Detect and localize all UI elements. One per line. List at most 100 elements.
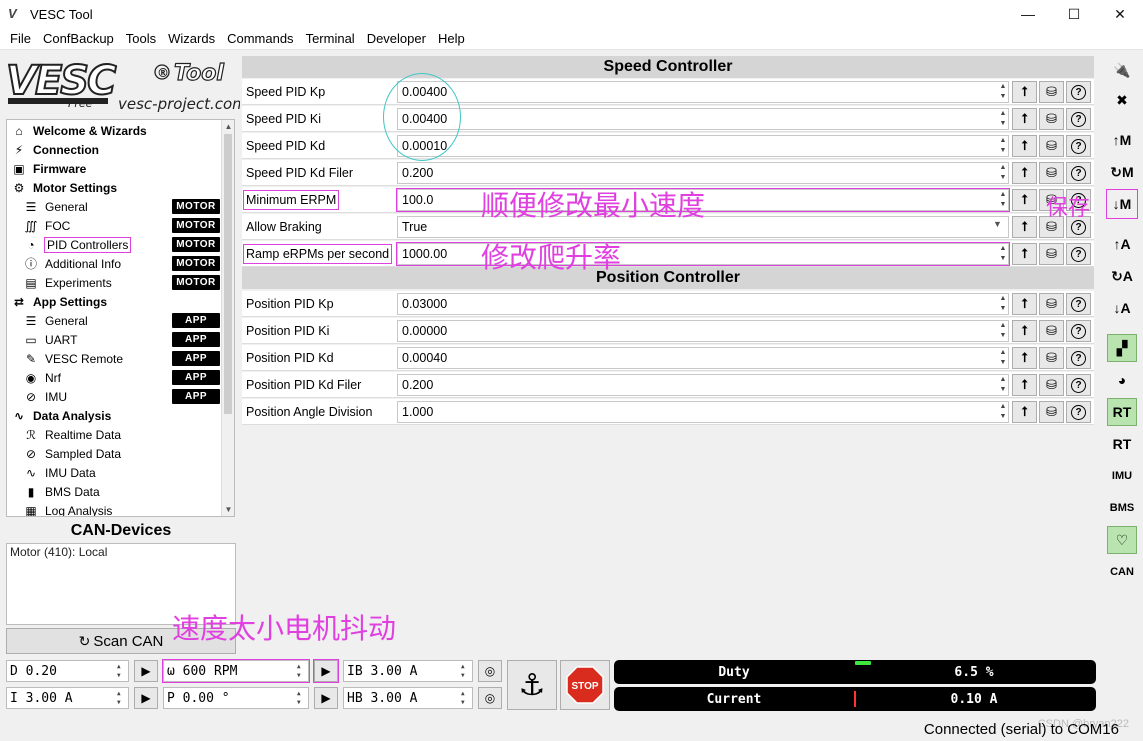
upload-param-button[interactable]: ⭡ <box>1012 320 1037 342</box>
scrollbar-thumb[interactable] <box>224 134 232 414</box>
tree-item-firmware[interactable]: ▣ Firmware <box>7 159 222 178</box>
help-param-button[interactable]: ? <box>1066 320 1091 342</box>
tree-item-sampled-data[interactable]: ⊘ Sampled Data <box>7 444 222 463</box>
tree-item-foc[interactable]: ∭ FOC MOTOR <box>7 216 222 235</box>
can-toolbar-button[interactable]: CAN <box>1107 558 1137 586</box>
spinbox-arrows-icon[interactable]: ▲ ▼ <box>997 244 1009 264</box>
gamepad-button[interactable]: ◕ <box>1107 366 1137 394</box>
minimize-button[interactable]: — <box>1005 0 1051 28</box>
tree-item-pid-controllers[interactable]: ◔ PID Controllers MOTOR <box>7 235 222 254</box>
rpm-input[interactable]: ω 600 RPM ▲ ▼ <box>162 659 310 683</box>
scroll-down-icon[interactable]: ▼ <box>222 503 234 516</box>
reset-param-button[interactable]: ⛁ <box>1039 320 1064 342</box>
upload-param-button[interactable]: ⭡ <box>1012 81 1037 103</box>
param-value-field[interactable]: 1.000 <box>397 401 1009 423</box>
read-default-motor-config-button[interactable]: ↻M <box>1107 158 1137 186</box>
reset-param-button[interactable]: ⛁ <box>1039 162 1064 184</box>
read-motor-config-button[interactable]: ↑M <box>1107 126 1137 154</box>
param-value-field[interactable]: 0.03000 <box>397 293 1009 315</box>
help-param-button[interactable]: ? <box>1066 293 1091 315</box>
tree-item-uart[interactable]: ▭ UART APP <box>7 330 222 349</box>
tree-item-bms-data[interactable]: ▮ BMS Data <box>7 482 222 501</box>
tree-item-nrf[interactable]: ◉ Nrf APP <box>7 368 222 387</box>
reset-param-button[interactable]: ⛁ <box>1039 374 1064 396</box>
close-button[interactable]: ✕ <box>1097 0 1143 28</box>
spinbox-arrows-icon[interactable]: ▲ ▼ <box>997 321 1009 341</box>
set-rpm-button[interactable]: ▶ <box>313 659 339 683</box>
upload-param-button[interactable]: ⭡ <box>1012 216 1037 238</box>
write-motor-config-button[interactable]: ↓M <box>1106 189 1138 219</box>
param-value-field[interactable]: 0.200 <box>397 374 1009 396</box>
can-device-item[interactable]: Motor (410): Local <box>10 545 232 559</box>
param-value-field[interactable]: 0.00010 <box>397 135 1009 157</box>
help-param-button[interactable]: ? <box>1066 401 1091 423</box>
menu-commands[interactable]: Commands <box>221 31 299 46</box>
tree-item-experiments[interactable]: ▤ Experiments MOTOR <box>7 273 222 292</box>
read-default-app-config-button[interactable]: ↻A <box>1107 262 1137 290</box>
menu-terminal[interactable]: Terminal <box>300 31 361 46</box>
write-app-config-button[interactable]: ↓A <box>1107 294 1137 322</box>
reset-param-button[interactable]: ⛁ <box>1039 81 1064 103</box>
help-param-button[interactable]: ? <box>1066 135 1091 157</box>
maximize-button[interactable]: ☐ <box>1051 0 1097 28</box>
position-input[interactable]: P 0.00 ° ▲ ▼ <box>163 687 309 709</box>
help-param-button[interactable]: ? <box>1066 243 1091 265</box>
spinbox-arrows-icon[interactable]: ▲ ▼ <box>997 109 1009 129</box>
help-param-button[interactable]: ? <box>1066 374 1091 396</box>
tree-item-additional-info[interactable]: ⓘ Additional Info MOTOR <box>7 254 222 273</box>
heart-button[interactable]: ♡ <box>1107 526 1137 554</box>
reset-param-button[interactable]: ⛁ <box>1039 347 1064 369</box>
tree-item-general[interactable]: ☰ General MOTOR <box>7 197 222 216</box>
set-current-button[interactable]: ▶ <box>134 687 158 709</box>
help-param-button[interactable]: ? <box>1066 162 1091 184</box>
param-value-field[interactable]: 0.00400 <box>397 108 1009 130</box>
upload-param-button[interactable]: ⭡ <box>1012 374 1037 396</box>
can-fwd-button[interactable]: ▞ <box>1107 334 1137 362</box>
menu-file[interactable]: File <box>4 31 37 46</box>
help-param-button[interactable]: ? <box>1066 347 1091 369</box>
menu-tools[interactable]: Tools <box>120 31 162 46</box>
disconnect-button[interactable]: ✖ <box>1107 86 1137 114</box>
current-input[interactable]: I 3.00 A ▲ ▼ <box>6 687 129 709</box>
help-param-button[interactable]: ? <box>1066 81 1091 103</box>
tree-item-imu-data[interactable]: ∿ IMU Data <box>7 463 222 482</box>
stop-button[interactable]: STOP <box>560 660 610 710</box>
spinbox-arrows-icon[interactable]: ▲ ▼ <box>997 190 1009 210</box>
tree-item-app-settings[interactable]: ⇄ App Settings <box>7 292 222 311</box>
rt-data-button[interactable]: RT <box>1107 398 1137 426</box>
param-value-field[interactable]: 0.200 <box>397 162 1009 184</box>
reset-param-button[interactable]: ⛁ <box>1039 243 1064 265</box>
set-duty-button[interactable]: ▶ <box>134 660 158 682</box>
spinbox-arrows-icon[interactable]: ▲ ▼ <box>997 375 1009 395</box>
brake-current-input[interactable]: IB 3.00 A ▲ ▼ <box>343 660 473 682</box>
tree-item-imu[interactable]: ⊘ IMU APP <box>7 387 222 406</box>
rt-app-button[interactable]: RT <box>1107 430 1137 458</box>
param-value-field[interactable]: 0.00000 <box>397 320 1009 342</box>
spinbox-arrows-icon[interactable]: ▲ ▼ <box>997 348 1009 368</box>
reset-param-button[interactable]: ⛁ <box>1039 135 1064 157</box>
menu-wizards[interactable]: Wizards <box>162 31 221 46</box>
anchor-button[interactable]: ⚓ <box>507 660 557 710</box>
menu-confbackup[interactable]: ConfBackup <box>37 31 120 46</box>
upload-param-button[interactable]: ⭡ <box>1012 162 1037 184</box>
tree-item-log-analysis[interactable]: ▦ Log Analysis <box>7 501 222 517</box>
set-brake-button[interactable]: ◎ <box>478 660 502 682</box>
read-app-config-button[interactable]: ↑A <box>1107 230 1137 258</box>
scroll-up-icon[interactable]: ▲ <box>222 120 234 133</box>
menu-developer[interactable]: Developer <box>361 31 432 46</box>
reset-param-button[interactable]: ⛁ <box>1039 401 1064 423</box>
set-position-button[interactable]: ▶ <box>314 687 338 709</box>
upload-param-button[interactable]: ⭡ <box>1012 293 1037 315</box>
spinbox-arrows-icon[interactable]: ▲ ▼ <box>997 294 1009 314</box>
tree-item-welcome-wizards[interactable]: ⌂ Welcome & Wizards <box>7 121 222 140</box>
upload-param-button[interactable]: ⭡ <box>1012 401 1037 423</box>
upload-param-button[interactable]: ⭡ <box>1012 243 1037 265</box>
imu-toolbar-button[interactable]: IMU <box>1107 462 1137 490</box>
param-value-field[interactable]: 0.00040 <box>397 347 1009 369</box>
combo-arrow-icon[interactable]: ▼ <box>993 219 1002 229</box>
tree-item-data-analysis[interactable]: ∿ Data Analysis <box>7 406 222 425</box>
bms-toolbar-button[interactable]: BMS <box>1107 494 1137 522</box>
handbrake-input[interactable]: HB 3.00 A ▲ ▼ <box>343 687 473 709</box>
upload-param-button[interactable]: ⭡ <box>1012 189 1037 211</box>
reset-param-button[interactable]: ⛁ <box>1039 293 1064 315</box>
